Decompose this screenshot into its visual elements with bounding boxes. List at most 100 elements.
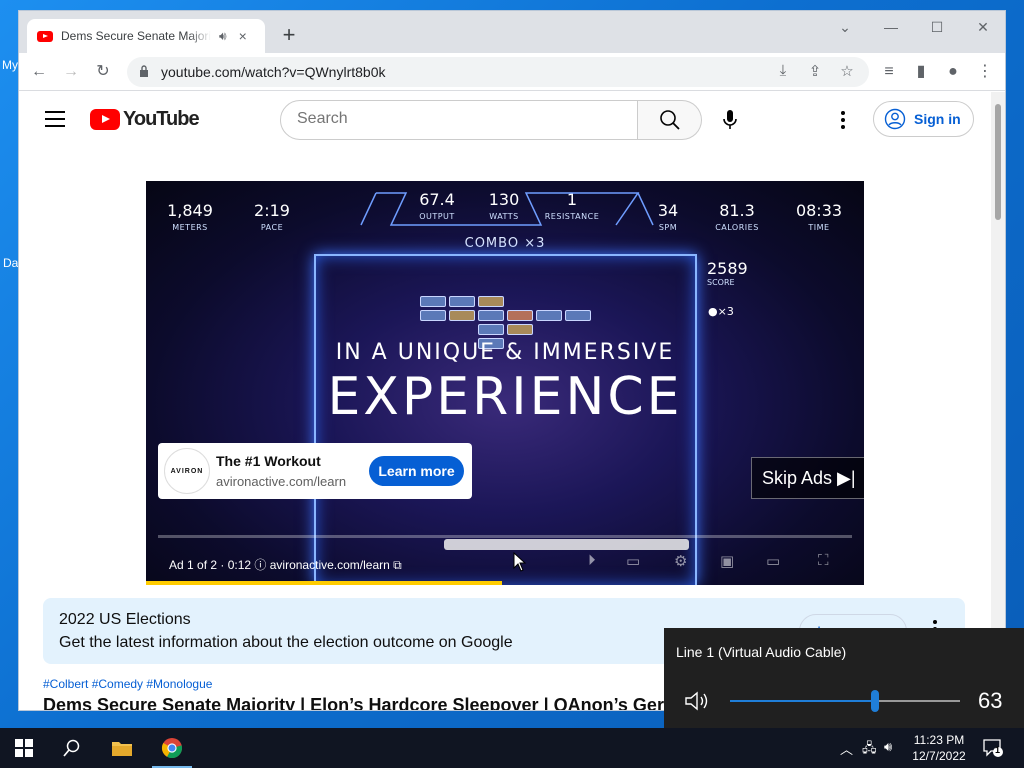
desktop-icon-label[interactable]: My <box>2 58 18 72</box>
search-input[interactable] <box>297 110 617 128</box>
ad-info-domain[interactable]: avironactive.com/learn <box>270 558 390 572</box>
hamburger-menu-icon[interactable] <box>45 111 65 127</box>
autoplay-toggle-icon[interactable]: ⏵ <box>588 552 596 569</box>
notification-center-button[interactable]: 1 <box>982 738 1004 758</box>
balls-remaining: ●×3 <box>708 305 734 318</box>
sign-in-button[interactable]: Sign in <box>873 101 974 137</box>
theater-mode-icon[interactable]: ▭ <box>766 552 780 570</box>
volume-slider-thumb[interactable] <box>870 690 879 712</box>
sign-in-label: Sign in <box>914 111 961 127</box>
start-button[interactable] <box>0 728 48 768</box>
microphone-icon <box>723 110 737 129</box>
chrome-taskbar-button[interactable] <box>148 728 196 768</box>
audio-device-name: Line 1 (Virtual Audio Cable) <box>676 644 847 660</box>
fullscreen-icon[interactable]: ⛶ <box>818 552 829 569</box>
forward-button[interactable]: → <box>59 61 83 83</box>
browser-toolbar: ← → ↻ youtube.com/watch?v=QWnylrt8b0k ⤓ … <box>19 53 1005 91</box>
video-hashtags[interactable]: #Colbert #Comedy #Monologue <box>43 677 212 691</box>
browser-menu-icon[interactable]: ⋮ <box>973 61 997 83</box>
chevron-down-icon[interactable]: ⌄ <box>833 19 857 36</box>
miniplayer-icon[interactable]: ▣ <box>720 552 734 570</box>
tab-title: Dems Secure Senate Majority | Elon's Har… <box>61 29 211 43</box>
lock-icon <box>140 65 148 77</box>
ad-title[interactable]: The #1 Workout <box>216 453 321 469</box>
scrollbar-thumb[interactable] <box>995 104 1001 220</box>
taskbar: ︿ 🖧︎ 🔊︎ 11:23 PM 12/7/2022 1 <box>0 728 1024 768</box>
new-tab-button[interactable]: + <box>277 23 301 47</box>
search-icon <box>660 110 680 130</box>
ad-overlay-card[interactable]: AVIRON The #1 Workout avironactive.com/l… <box>158 443 472 499</box>
settings-gear-icon[interactable]: ⚙ <box>674 552 687 570</box>
youtube-page: YouTube Sign in 1,849METERS 2:19PACE 67.… <box>19 92 993 711</box>
info-panel-title: 2022 US Elections <box>59 611 191 628</box>
browser-tab[interactable]: Dems Secure Senate Majority | Elon's Har… <box>27 19 265 53</box>
hud-frame-decoration <box>360 192 654 226</box>
advertiser-logo[interactable]: AVIRON <box>164 448 210 494</box>
skip-ads-button[interactable]: Skip Ads ▶| <box>751 457 864 499</box>
ad-headline-large: EXPERIENCE <box>327 367 683 427</box>
voice-search-button[interactable] <box>710 100 750 140</box>
bookmark-star-icon[interactable]: ☆ <box>837 62 857 80</box>
media-queue-icon[interactable]: ≡ <box>877 61 901 83</box>
youtube-logo[interactable]: YouTube <box>90 108 200 131</box>
ad-progress-track[interactable] <box>158 535 852 538</box>
close-window-button[interactable]: ✕ <box>971 19 995 36</box>
install-app-icon[interactable]: ⤓ <box>773 62 793 79</box>
reload-button[interactable]: ↻ <box>91 61 115 83</box>
folder-icon <box>112 742 132 756</box>
browser-window: Dems Secure Senate Majority | Elon's Har… <box>18 10 1006 711</box>
search-box <box>280 100 638 140</box>
ad-info: Ad 1 of 2 · 0:12 ⓘ avironactive.com/lear… <box>169 556 402 573</box>
video-title: Dems Secure Senate Majority | Elon’s Har… <box>43 695 690 711</box>
ad-learn-more-button[interactable]: Learn more <box>369 456 464 486</box>
chrome-icon <box>161 738 183 759</box>
taskbar-clock[interactable]: 11:23 PM 12/7/2022 <box>904 732 974 764</box>
volume-slider-fill <box>730 700 875 702</box>
page-scrollbar[interactable] <box>991 92 1005 710</box>
desktop-icon-label[interactable]: Da <box>3 256 18 270</box>
volume-level: 63 <box>978 688 1003 713</box>
profile-icon[interactable]: ● <box>941 61 965 83</box>
youtube-favicon-icon <box>37 30 53 42</box>
more-options-icon[interactable] <box>831 108 855 132</box>
share-icon[interactable]: ⇪ <box>805 62 825 80</box>
side-panel-icon[interactable]: ▮ <box>909 61 933 83</box>
info-icon[interactable]: ⓘ <box>254 558 269 572</box>
mouse-cursor-icon <box>513 552 527 572</box>
youtube-logo-text: YouTube <box>123 108 200 130</box>
volume-tray-icon[interactable]: 🔊︎ <box>884 739 892 755</box>
score-display: 2589 SCORE <box>707 259 748 287</box>
clock-time: 11:23 PM <box>913 733 965 747</box>
search-button[interactable] <box>638 100 702 140</box>
taskbar-search-button[interactable] <box>48 728 96 768</box>
network-icon[interactable]: 🖧︎ <box>862 739 877 761</box>
video-player[interactable]: 1,849 METERS 2:19 PACE 67.4 OUTPUT 130 WATTS… <box>146 181 864 585</box>
url-text[interactable]: youtube.com/watch?v=QWnylrt8b0k <box>161 64 386 80</box>
notification-count: 1 <box>995 745 1001 755</box>
show-hidden-icons-icon[interactable]: ︿ <box>840 739 853 758</box>
back-button[interactable]: ← <box>27 61 51 83</box>
clock-date: 12/7/2022 <box>912 749 966 763</box>
address-bar[interactable]: youtube.com/watch?v=QWnylrt8b0k ⤓ ⇪ ☆ <box>127 57 869 87</box>
search-icon <box>63 739 80 757</box>
maximize-button[interactable]: ☐ <box>925 19 949 36</box>
subtitles-icon[interactable]: ▭ <box>626 552 640 570</box>
external-link-icon: ⧉ <box>393 558 402 572</box>
account-icon <box>884 108 906 130</box>
ad-headline: IN A UNIQUE & IMMERSIVE <box>335 340 675 365</box>
speaker-icon[interactable] <box>684 690 712 712</box>
ad-counter: Ad 1 of 2 · 0:12 <box>169 558 252 572</box>
close-tab-icon[interactable]: × <box>239 28 247 44</box>
seek-preview-bar <box>444 539 689 550</box>
tab-strip: Dems Secure Senate Majority | Elon's Har… <box>19 11 1005 53</box>
combo-text: COMBO ×3 <box>464 236 546 251</box>
file-explorer-button[interactable] <box>98 728 146 768</box>
volume-flyout: Line 1 (Virtual Audio Cable) 63 <box>664 628 1024 728</box>
ad-domain[interactable]: avironactive.com/learn <box>216 474 346 489</box>
info-panel-subtitle: Get the latest information about the ele… <box>59 634 513 651</box>
speaker-icon[interactable]: 🔊︎ <box>219 29 227 44</box>
volume-slider[interactable] <box>730 690 960 712</box>
minimize-button[interactable]: — <box>879 19 903 35</box>
youtube-logo-icon <box>90 109 120 130</box>
notification-icon <box>983 739 1003 757</box>
